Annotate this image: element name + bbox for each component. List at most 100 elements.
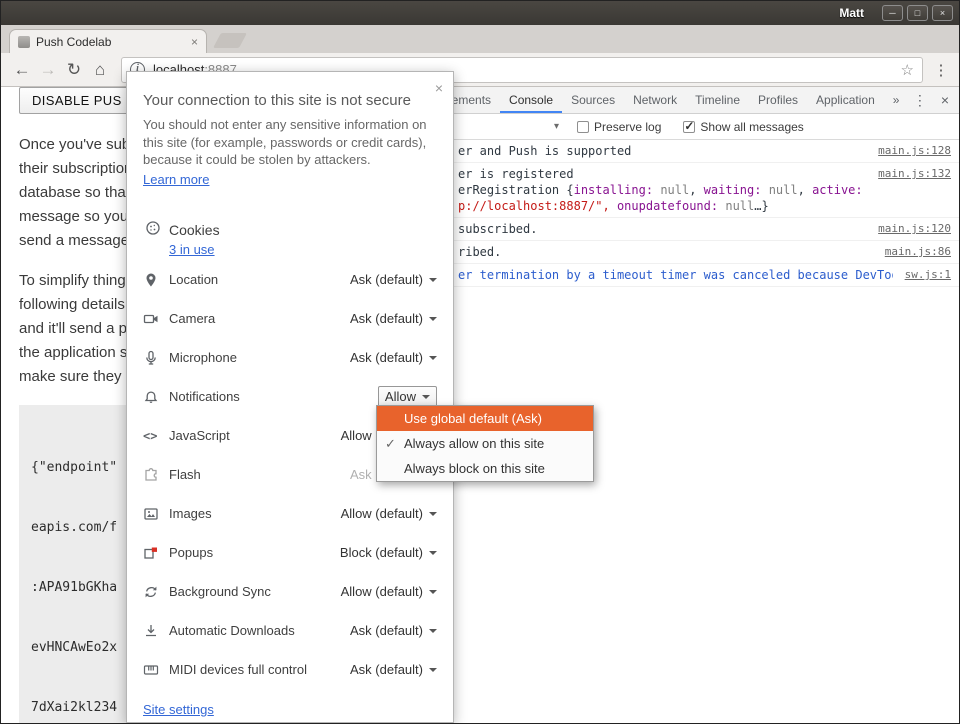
minimize-button[interactable]: ─ [882, 5, 903, 21]
devtools-tabs-overflow-icon[interactable]: » [884, 88, 909, 113]
site-info-panel: × Your connection to this site is not se… [126, 71, 454, 723]
automatic-downloads-permission-select[interactable]: Ask (default) [350, 623, 437, 638]
devtools-tab-profiles[interactable]: Profiles [749, 88, 807, 113]
permission-row-microphone: Microphone Ask (default) [127, 338, 453, 377]
option-label: Always block on this site [404, 461, 545, 476]
devtools-tab-application[interactable]: Application [807, 88, 884, 113]
reload-button[interactable]: ↻ [61, 60, 87, 80]
console-message: er and Push is supported main.js:128 [432, 140, 959, 163]
permission-row-automatic-downloads: Automatic Downloads Ask (default) [127, 611, 453, 650]
devtools-menu-icon[interactable]: ⋮ [913, 92, 927, 109]
option-label: Always allow on this site [404, 436, 544, 451]
console-source-link[interactable]: main.js:132 [878, 166, 951, 182]
show-all-messages-checkbox[interactable]: Show all messages [683, 120, 803, 134]
page-text-line: To simplify things [19, 269, 136, 293]
microphone-permission-select[interactable]: Ask (default) [350, 350, 437, 365]
console-toolbar: ▾ Preserve log Show all messages [432, 114, 959, 140]
permission-dropdown-menu: Use global default (Ask) ✓ Always allow … [376, 405, 594, 482]
console-text-segment: waiting: [704, 183, 762, 197]
window-titlebar[interactable]: Matt ─ □ × [1, 1, 959, 25]
bookmark-star-icon[interactable]: ☆ [901, 61, 914, 79]
site-settings-link[interactable]: Site settings [143, 702, 214, 717]
dropdown-option-always-block[interactable]: Always block on this site [377, 456, 593, 481]
console-text-segment [863, 183, 867, 197]
tab-strip: Push Codelab × [1, 25, 959, 53]
learn-more-link[interactable]: Learn more [143, 172, 209, 187]
notifications-permission-select[interactable]: Allow [378, 386, 437, 407]
console-text-segment [761, 183, 768, 197]
new-tab-button[interactable] [213, 33, 247, 48]
filter-dropdown-caret-icon[interactable]: ▾ [554, 121, 559, 132]
panel-close-icon[interactable]: × [435, 80, 443, 96]
cookies-in-use-link[interactable]: 3 in use [169, 242, 215, 257]
midi-permission-select[interactable]: Ask (default) [350, 662, 437, 677]
background-sync-permission-select[interactable]: Allow (default) [341, 584, 437, 599]
devtools-tab-network[interactable]: Network [624, 88, 686, 113]
microphone-icon [143, 350, 161, 366]
console-text-segment: erRegistration { [458, 183, 574, 197]
browser-tab[interactable]: Push Codelab × [9, 29, 207, 53]
console-text-segment: p://localhost:8887/", [458, 199, 610, 213]
window-close-button[interactable]: × [932, 5, 953, 21]
permission-label: Popups [169, 545, 213, 560]
console-source-link[interactable]: sw.js:1 [905, 267, 951, 283]
console-text-segment [610, 199, 617, 213]
tab-title: Push Codelab [36, 35, 185, 49]
devtools-close-icon[interactable]: × [941, 92, 949, 108]
forward-button[interactable]: → [35, 60, 61, 80]
dropdown-option-always-allow[interactable]: ✓ Always allow on this site [377, 431, 593, 456]
permission-row-popups: Popups Block (default) [127, 533, 453, 572]
console-text-segment: null [769, 183, 798, 197]
page-paragraph: To simplify things following details and… [19, 269, 136, 389]
home-button[interactable]: ⌂ [87, 60, 113, 80]
console-source-link[interactable]: main.js:120 [878, 221, 951, 237]
console-text-segment: onupdatefound: [617, 199, 718, 213]
dropdown-option-global-default[interactable]: Use global default (Ask) [377, 406, 593, 431]
permission-value: Allow [385, 389, 416, 404]
permission-label: MIDI devices full control [169, 662, 307, 677]
checkbox-unchecked-icon[interactable] [577, 121, 589, 133]
console-text-segment: active: [812, 183, 863, 197]
midi-icon [143, 662, 161, 678]
tab-close-icon[interactable]: × [191, 35, 198, 49]
caret-down-icon [429, 668, 437, 676]
checkmark-icon: ✓ [385, 431, 396, 456]
caret-down-icon [429, 551, 437, 559]
console-source-link[interactable]: main.js:86 [885, 244, 951, 260]
maximize-button[interactable]: □ [907, 5, 928, 21]
permission-row-images: Images Allow (default) [127, 494, 453, 533]
devtools-tab-console[interactable]: Console [500, 88, 562, 113]
window-title: Matt [839, 6, 864, 20]
back-button[interactable]: ← [9, 60, 35, 80]
console-text-segment: ribed. [458, 245, 501, 259]
devtools-tab-timeline[interactable]: Timeline [686, 88, 749, 113]
permission-value: Allow (default) [341, 506, 423, 521]
caret-down-icon [429, 629, 437, 637]
console-text-segment: er termination by a timeout timer was ca… [458, 268, 893, 282]
sync-icon [143, 584, 161, 600]
download-icon [143, 623, 161, 639]
plugin-icon [143, 467, 161, 483]
checkbox-checked-icon[interactable] [683, 121, 695, 133]
camera-permission-select[interactable]: Ask (default) [350, 311, 437, 326]
permission-value: Ask (default) [350, 350, 423, 365]
bell-icon [143, 389, 161, 405]
panel-description: You should not enter any sensitive infor… [143, 116, 445, 169]
permission-row-location: Location Ask (default) [127, 260, 453, 299]
console-source-link[interactable]: main.js:128 [878, 143, 951, 159]
console-message-text: er is registerederRegistration {installi… [458, 166, 866, 214]
devtools-tab-sources[interactable]: Sources [562, 88, 624, 113]
popups-permission-select[interactable]: Block (default) [340, 545, 437, 560]
images-permission-select[interactable]: Allow (default) [341, 506, 437, 521]
location-permission-select[interactable]: Ask (default) [350, 272, 437, 287]
permission-row-camera: Camera Ask (default) [127, 299, 453, 338]
console-text-segment: er is registered [458, 167, 574, 181]
console-text-segment: er and Push is supported [458, 144, 631, 158]
browser-menu-icon[interactable]: ⋮ [931, 61, 951, 79]
permission-row-midi: MIDI devices full control Ask (default) [127, 650, 453, 689]
console-message: er is registerederRegistration {installi… [432, 163, 959, 218]
preserve-log-checkbox[interactable]: Preserve log [577, 120, 661, 134]
permission-label: Images [169, 506, 212, 521]
show-all-messages-label: Show all messages [700, 120, 803, 134]
permission-label: Flash [169, 467, 201, 482]
